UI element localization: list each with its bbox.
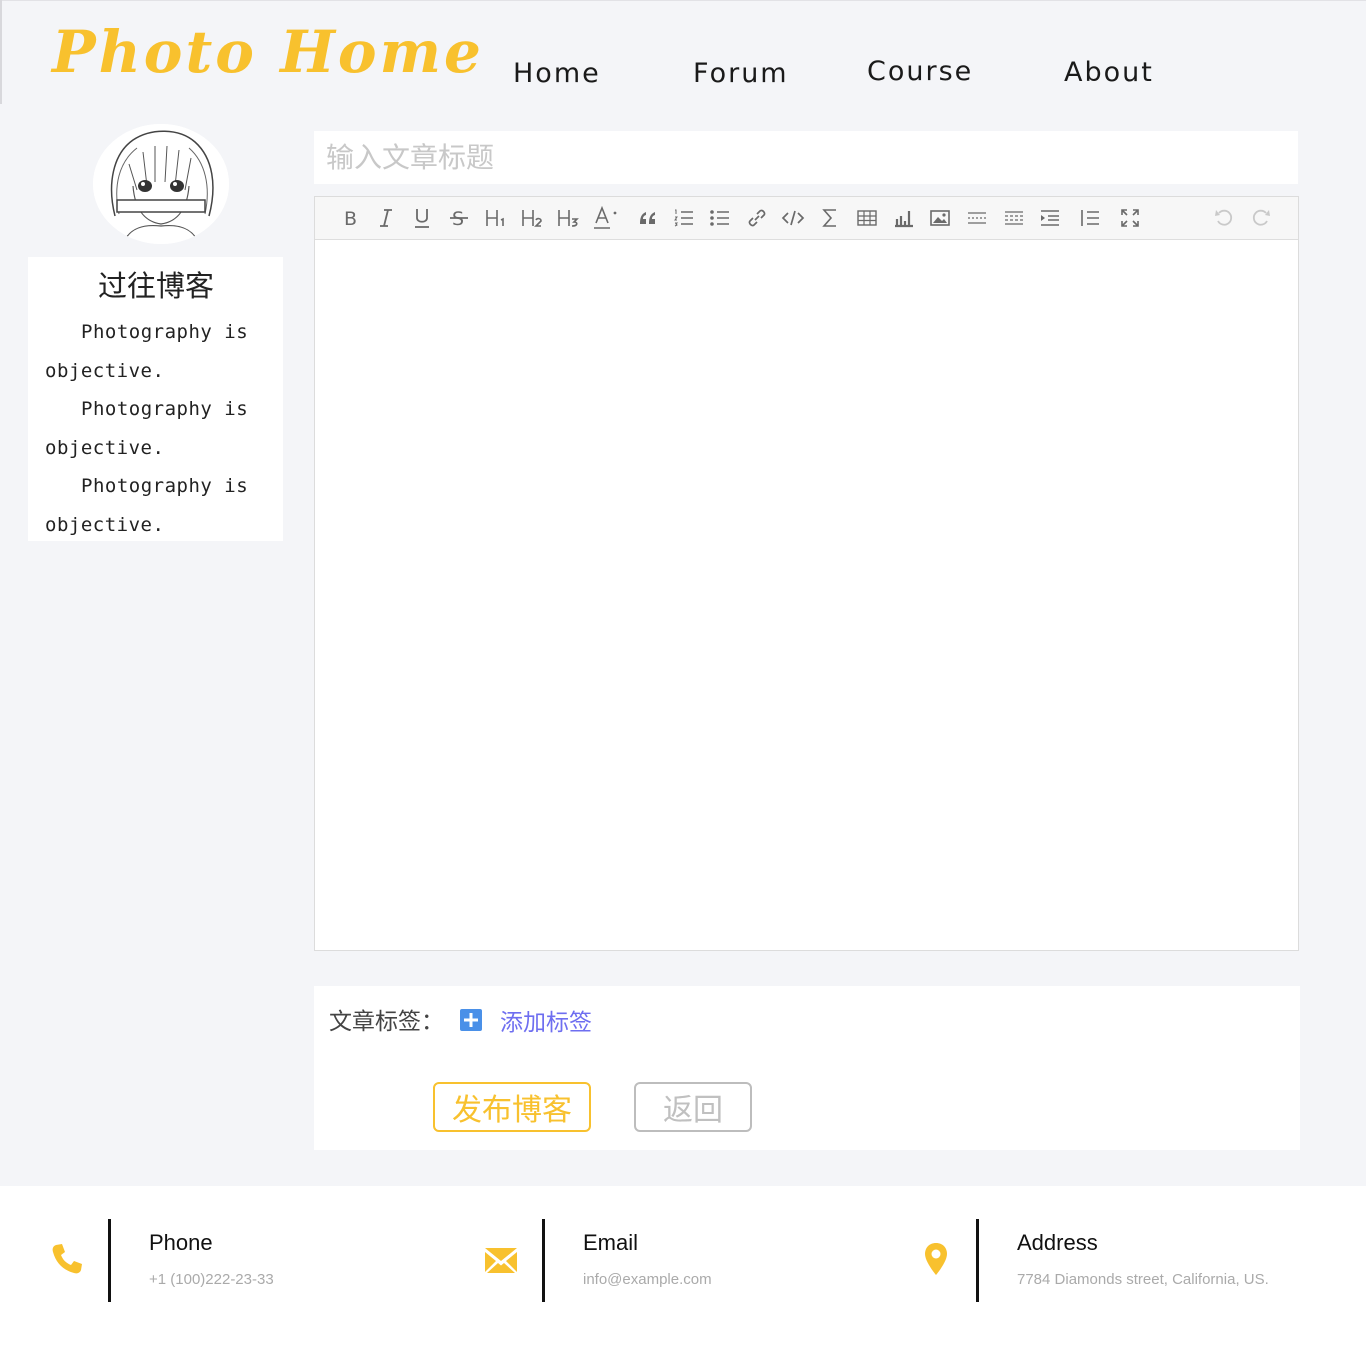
redo-icon[interactable] [1246, 203, 1276, 233]
nav-course[interactable]: Course [867, 56, 973, 87]
avatar[interactable] [93, 124, 229, 244]
past-blog-item[interactable]: Photography is objective. [45, 313, 267, 390]
font-color-icon[interactable] [591, 203, 621, 233]
divider-icon[interactable] [962, 203, 992, 233]
article-title-input[interactable] [314, 131, 1298, 184]
past-blogs-panel: 过往博客 Photography is objective. Photograp… [28, 257, 283, 541]
plus-icon [460, 1009, 482, 1031]
email-value[interactable]: info@example.com [583, 1271, 712, 1288]
nav-forum[interactable]: Forum [693, 58, 789, 89]
address-label: Address [1017, 1230, 1098, 1255]
nav-home[interactable]: Home [513, 58, 601, 89]
contact-divider [542, 1219, 545, 1302]
publish-button[interactable]: 发布博客 [433, 1082, 591, 1132]
phone-value[interactable]: +1 (100)222-23-33 [149, 1271, 274, 1288]
header-left-border [0, 0, 2, 104]
bold-icon[interactable]: B [335, 203, 365, 233]
tag-panel: 文章标签： 添加标签 发布博客 返回 [314, 986, 1300, 1150]
unordered-list-icon[interactable] [705, 203, 735, 233]
ordered-list-icon[interactable] [669, 203, 699, 233]
image-icon[interactable] [925, 203, 955, 233]
undo-icon[interactable] [1209, 203, 1239, 233]
footer: Phone +1 (100)222-23-33 Email info@examp… [0, 1186, 1366, 1348]
tag-label: 文章标签： [329, 1009, 444, 1035]
italic-icon[interactable] [371, 203, 401, 233]
add-tag-button[interactable]: 添加标签 [460, 1003, 592, 1037]
strikethrough-icon[interactable]: S [444, 203, 474, 233]
site-logo[interactable]: Photo Home [52, 18, 484, 86]
chart-icon[interactable] [889, 203, 919, 233]
heading-2-icon[interactable] [517, 203, 547, 233]
heading-3-icon[interactable] [553, 203, 583, 233]
phone-icon [52, 1244, 82, 1274]
email-label: Email [583, 1230, 639, 1255]
code-icon[interactable] [778, 203, 808, 233]
line-numbers-icon[interactable] [1075, 203, 1105, 233]
page-break-icon[interactable] [999, 203, 1029, 233]
phone-label: Phone [149, 1230, 213, 1255]
past-blog-item[interactable]: Photography is objective. [45, 390, 267, 467]
envelope-icon [485, 1248, 517, 1273]
editor-toolbar: B S [315, 197, 1298, 240]
contact-divider [108, 1219, 111, 1302]
markdown-editor: B S [314, 196, 1299, 951]
svg-text:B: B [344, 208, 357, 228]
link-icon[interactable] [742, 203, 772, 233]
past-blogs-title: 过往博客 [97, 269, 214, 303]
underline-icon[interactable] [407, 203, 437, 233]
formula-icon[interactable] [815, 203, 845, 233]
table-icon[interactable] [852, 203, 882, 233]
past-blog-item[interactable]: Photography is objective. [45, 467, 267, 544]
add-tag-label: 添加标签 [500, 1010, 592, 1036]
fullscreen-icon[interactable] [1115, 203, 1145, 233]
quote-icon[interactable] [633, 203, 663, 233]
avatar-illustration [93, 124, 229, 244]
indent-icon[interactable] [1035, 203, 1065, 233]
address-value: 7784 Diamonds street, California, US. [1017, 1271, 1269, 1288]
editor-content-area[interactable] [315, 240, 1298, 950]
location-pin-icon [925, 1243, 947, 1275]
contact-divider [976, 1219, 979, 1302]
back-button[interactable]: 返回 [634, 1082, 752, 1132]
heading-1-icon[interactable] [481, 203, 511, 233]
header-top-border [0, 0, 1366, 1]
nav-about[interactable]: About [1064, 57, 1154, 88]
header: Photo Home Home Forum Course About [0, 0, 1366, 110]
